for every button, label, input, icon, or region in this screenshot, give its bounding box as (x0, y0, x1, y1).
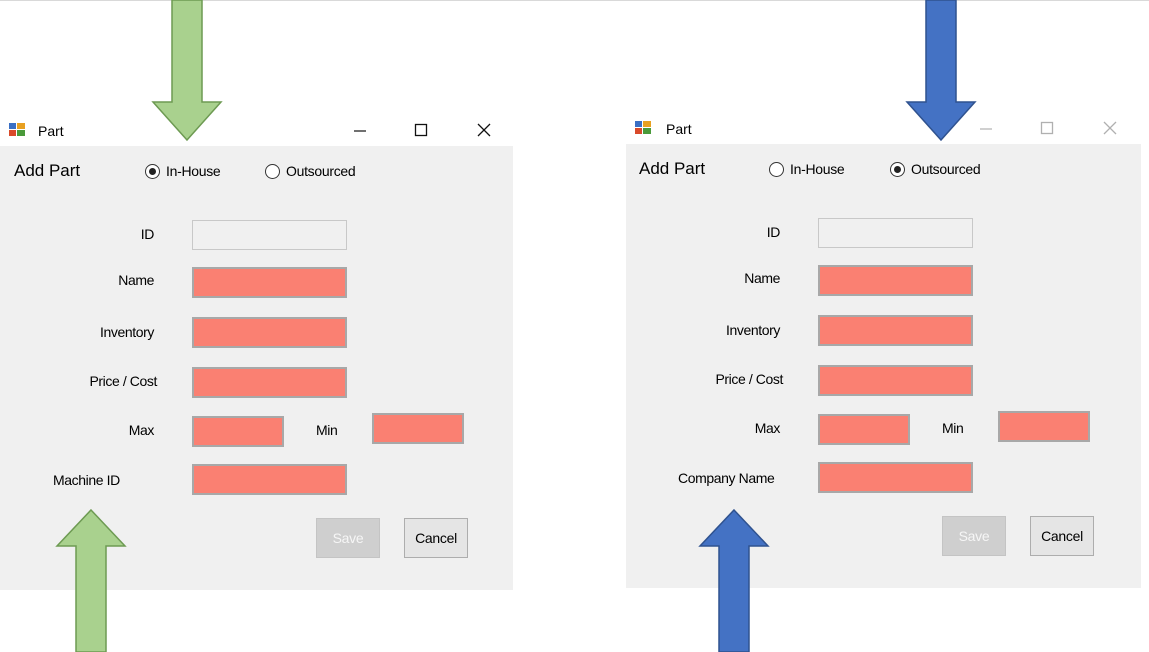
name-label: Name (744, 270, 780, 286)
maximize-button[interactable] (1027, 113, 1067, 143)
inventory-field[interactable] (192, 317, 347, 348)
name-label: Name (118, 272, 154, 288)
id-field (192, 220, 347, 250)
name-field[interactable] (192, 267, 347, 298)
max-field[interactable] (818, 414, 910, 445)
min-label: Min (942, 420, 964, 436)
radio-outsourced-label: Outsourced (286, 163, 356, 179)
maximize-icon (414, 123, 428, 137)
close-icon (1103, 121, 1117, 135)
inventory-label: Inventory (100, 324, 154, 340)
id-label: ID (766, 224, 781, 240)
minimize-icon (354, 130, 366, 132)
minimize-icon (980, 128, 992, 130)
cancel-button[interactable]: Cancel (404, 518, 468, 558)
radio-outsourced-label: Outsourced (911, 161, 981, 177)
form-app-icon (634, 120, 652, 135)
name-field[interactable] (818, 265, 973, 296)
radio-inhouse-circle[interactable] (145, 163, 160, 179)
company-name-field[interactable] (818, 462, 973, 493)
up-arrow-icon (55, 508, 127, 652)
min-label: Min (316, 422, 338, 438)
radio-inhouse-label: In-House (166, 163, 221, 179)
save-button[interactable]: Save (316, 518, 380, 558)
down-arrow-icon (905, 0, 977, 142)
max-field[interactable] (192, 416, 284, 447)
inventory-label: Inventory (726, 322, 780, 338)
radio-outsourced-circle[interactable] (265, 163, 280, 179)
min-field[interactable] (998, 411, 1090, 442)
title-bar: Part (0, 112, 513, 146)
inventory-field[interactable] (818, 315, 973, 346)
radio-inhouse[interactable]: In-House (145, 163, 221, 179)
machine-id-label: Machine ID (53, 472, 120, 488)
radio-outsourced[interactable]: Outsourced (265, 163, 356, 179)
radio-inhouse-circle[interactable] (769, 161, 784, 177)
price-field[interactable] (192, 367, 347, 398)
up-arrow-icon (698, 508, 770, 652)
radio-inhouse[interactable]: In-House (769, 161, 845, 177)
id-label: ID (140, 226, 155, 242)
price-label: Price / Cost (715, 371, 783, 387)
down-arrow-icon (151, 0, 223, 142)
price-label: Price / Cost (89, 373, 157, 389)
window-title: Part (666, 121, 692, 137)
close-icon (477, 123, 491, 137)
max-label: Max (754, 420, 781, 436)
radio-outsourced[interactable]: Outsourced (890, 161, 981, 177)
close-button[interactable] (1090, 113, 1130, 143)
radio-outsourced-circle[interactable] (890, 161, 905, 177)
page-title: Add Part (639, 159, 706, 178)
title-bar: Part (626, 110, 1141, 144)
max-label: Max (128, 422, 155, 438)
company-name-label: Company Name (678, 470, 775, 486)
minimize-button[interactable] (340, 115, 380, 145)
form-app-icon (8, 122, 26, 137)
machine-id-field[interactable] (192, 464, 347, 495)
cancel-button[interactable]: Cancel (1030, 516, 1094, 556)
window-title: Part (38, 123, 64, 139)
maximize-icon (1040, 121, 1054, 135)
maximize-button[interactable] (401, 115, 441, 145)
min-field[interactable] (372, 413, 464, 444)
close-button[interactable] (464, 115, 504, 145)
radio-inhouse-label: In-House (790, 161, 845, 177)
save-button[interactable]: Save (942, 516, 1006, 556)
price-field[interactable] (818, 365, 973, 396)
id-field (818, 218, 973, 248)
page-title: Add Part (14, 161, 81, 180)
